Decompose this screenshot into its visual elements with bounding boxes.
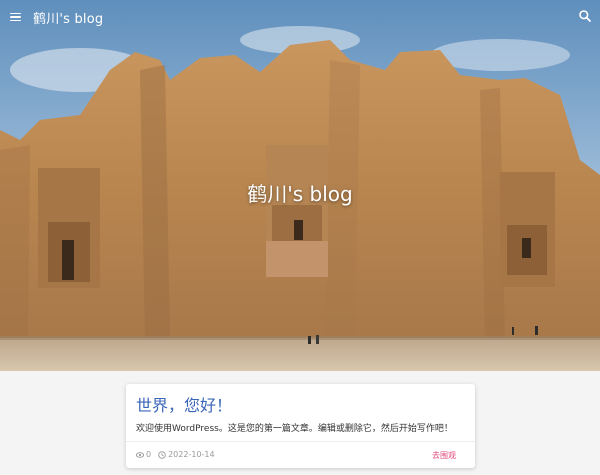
post-meta: 0 2022-10-14	[136, 450, 215, 459]
post-card: 世界，您好！ 欢迎使用WordPress。这是您的第一篇文章。编辑或删除它，然后…	[126, 384, 475, 468]
eye-icon	[136, 451, 144, 458]
read-more-link[interactable]: 去围观	[432, 450, 456, 461]
post-title-link[interactable]: 世界，您好！	[136, 392, 232, 416]
post-date: 2022-10-14	[168, 450, 215, 459]
card-divider	[126, 441, 475, 442]
search-icon[interactable]	[578, 9, 592, 23]
clock-icon	[158, 450, 166, 459]
top-bar: 鹤川's blog	[0, 0, 600, 34]
menu-icon[interactable]	[10, 9, 26, 25]
site-name-link[interactable]: 鹤川's blog	[33, 8, 103, 27]
hero-banner: 鹤川's blog 鹤川's blog	[0, 0, 600, 371]
post-excerpt: 欢迎使用WordPress。这是您的第一篇文章。编辑或删除它，然后开始写作吧！	[136, 424, 453, 434]
hero-title: 鹤川's blog	[247, 182, 353, 206]
view-count: 0	[146, 450, 152, 459]
